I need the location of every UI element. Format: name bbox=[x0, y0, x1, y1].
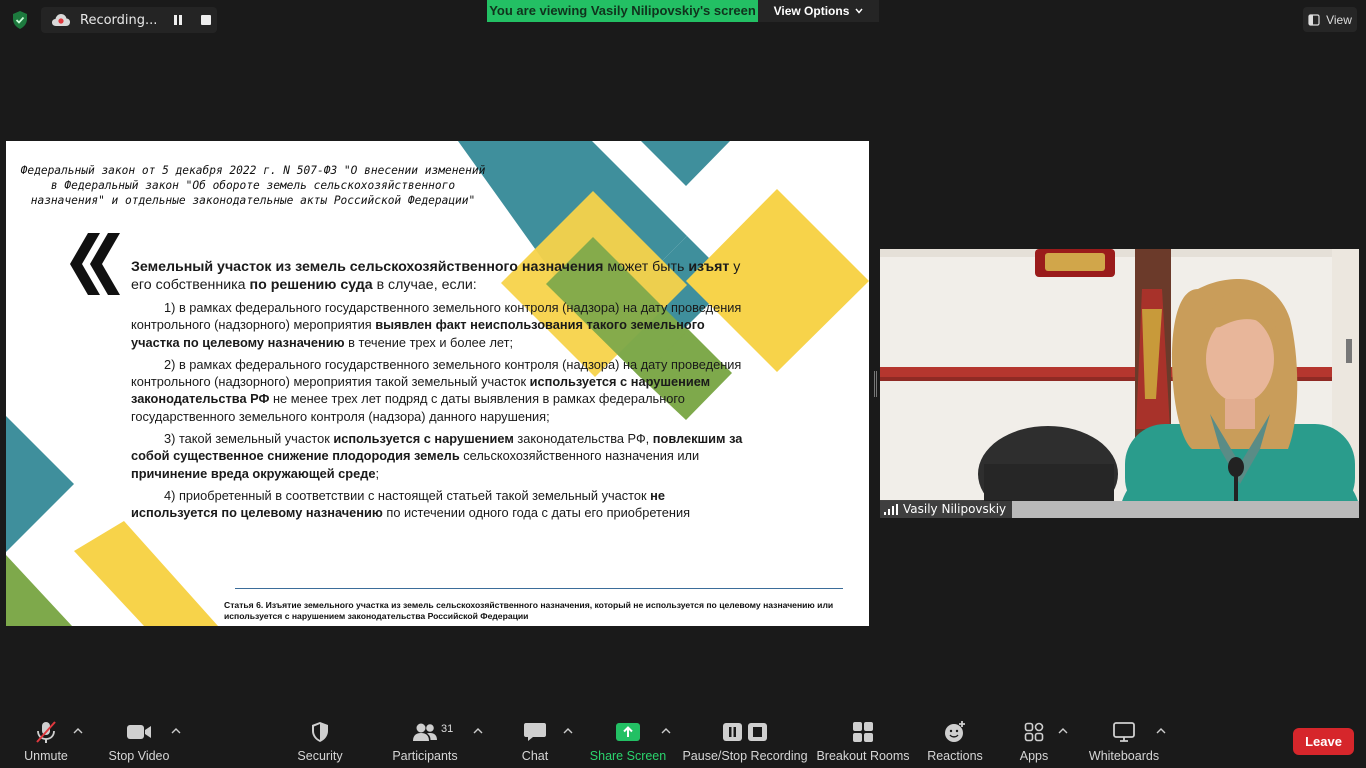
share-screen-label: Share Screen bbox=[589, 749, 667, 763]
footer-divider bbox=[235, 588, 843, 589]
video-camera-icon bbox=[127, 725, 151, 739]
slide-body: Земельный участок из земель сельскохозяй… bbox=[131, 258, 751, 527]
apps-options-caret-icon[interactable] bbox=[1058, 727, 1068, 735]
shield-icon bbox=[312, 722, 328, 742]
share-screen-icon bbox=[616, 723, 640, 741]
quote-mark-icon bbox=[70, 233, 120, 295]
list-item: 4) приобретенный в соответствии с настоя… bbox=[131, 487, 691, 521]
intro-paragraph: Земельный участок из земель сельскохозяй… bbox=[131, 259, 741, 293]
chat-options-caret-icon[interactable] bbox=[563, 727, 573, 735]
participant-name-tag: Vasily Nilipovskiy bbox=[880, 500, 1013, 518]
participants-options-caret-icon[interactable] bbox=[473, 727, 483, 735]
cloud-recording-icon bbox=[52, 14, 70, 26]
pause-stop-recording-button[interactable]: Pause/Stop Recording bbox=[682, 719, 808, 765]
law-title: Федеральный закон от 5 декабря 2022 г. N… bbox=[20, 164, 486, 207]
viewing-screen-banner: You are viewing Vasily Nilipovskiy's scr… bbox=[487, 0, 758, 22]
reactions-button[interactable]: Reactions bbox=[926, 719, 984, 765]
apps-icon bbox=[1024, 722, 1044, 742]
breakout-rooms-button[interactable]: Breakout Rooms bbox=[816, 719, 910, 765]
participant-video[interactable]: Vasily Nilipovskiy bbox=[880, 249, 1359, 518]
stop-video-button[interactable]: Stop Video bbox=[107, 719, 171, 765]
apps-button[interactable]: Apps bbox=[1018, 719, 1050, 765]
chat-label: Chat bbox=[521, 749, 549, 763]
list-item: 1) в рамках федерального государственног… bbox=[131, 300, 742, 350]
reactions-label: Reactions bbox=[927, 749, 983, 763]
pause-stop-recording-label: Pause/Stop Recording bbox=[682, 749, 808, 763]
security-label: Security bbox=[297, 749, 343, 763]
apps-label: Apps bbox=[1019, 749, 1049, 763]
share-screen-button[interactable]: Share Screen bbox=[589, 719, 667, 765]
audio-options-caret-icon[interactable] bbox=[73, 727, 83, 735]
microphone-muted-icon bbox=[36, 721, 56, 743]
leave-button[interactable]: Leave bbox=[1293, 728, 1354, 755]
breakout-rooms-icon bbox=[853, 722, 873, 742]
slide-footer: Статья 6. Изъятие земельного участка из … bbox=[224, 600, 834, 621]
shared-screen-slide: Федеральный закон от 5 декабря 2022 г. N… bbox=[6, 141, 869, 626]
whiteboards-label: Whiteboards bbox=[1088, 749, 1160, 763]
security-button[interactable]: Security bbox=[293, 719, 347, 765]
chat-button[interactable]: Chat bbox=[517, 719, 553, 765]
recording-label: Recording... bbox=[80, 12, 158, 28]
list-item: 3) такой земельный участок используется … bbox=[131, 431, 743, 481]
recording-indicator: Recording... bbox=[41, 7, 217, 33]
participants-count: 31 bbox=[441, 723, 454, 735]
participant-name: Vasily Nilipovskiy bbox=[903, 502, 1007, 516]
unmute-label: Unmute bbox=[24, 749, 68, 763]
signal-strength-icon bbox=[884, 503, 898, 515]
whiteboards-button[interactable]: Whiteboards bbox=[1088, 719, 1160, 765]
view-label: View bbox=[1326, 12, 1352, 27]
pause-recording-icon[interactable] bbox=[174, 15, 184, 25]
view-layout-icon bbox=[1308, 13, 1320, 26]
stop-recording-icon[interactable] bbox=[201, 15, 211, 25]
smiley-plus-icon bbox=[945, 721, 965, 742]
pause-stop-recording-icon bbox=[723, 723, 767, 741]
share-options-caret-icon[interactable] bbox=[661, 727, 671, 735]
list-item: 2) в рамках федерального государственног… bbox=[131, 356, 742, 424]
breakout-rooms-label: Breakout Rooms bbox=[816, 749, 910, 763]
participants-label: Participants bbox=[392, 749, 458, 763]
view-options-label: View Options bbox=[773, 4, 850, 18]
unmute-button[interactable]: Unmute bbox=[20, 719, 72, 765]
whiteboards-options-caret-icon[interactable] bbox=[1156, 727, 1166, 735]
view-button[interactable]: View bbox=[1303, 7, 1357, 32]
participant-video-frame bbox=[880, 249, 1359, 518]
security-shield-icon[interactable] bbox=[10, 10, 30, 30]
whiteboard-icon bbox=[1113, 722, 1135, 742]
resize-handle[interactable] bbox=[874, 371, 877, 397]
video-options-caret-icon[interactable] bbox=[171, 727, 181, 735]
participants-icon bbox=[413, 723, 437, 741]
view-options-button[interactable]: View Options bbox=[758, 0, 879, 22]
chat-bubble-icon bbox=[524, 723, 546, 741]
chevron-down-icon bbox=[855, 8, 863, 14]
stop-video-label: Stop Video bbox=[108, 749, 170, 763]
